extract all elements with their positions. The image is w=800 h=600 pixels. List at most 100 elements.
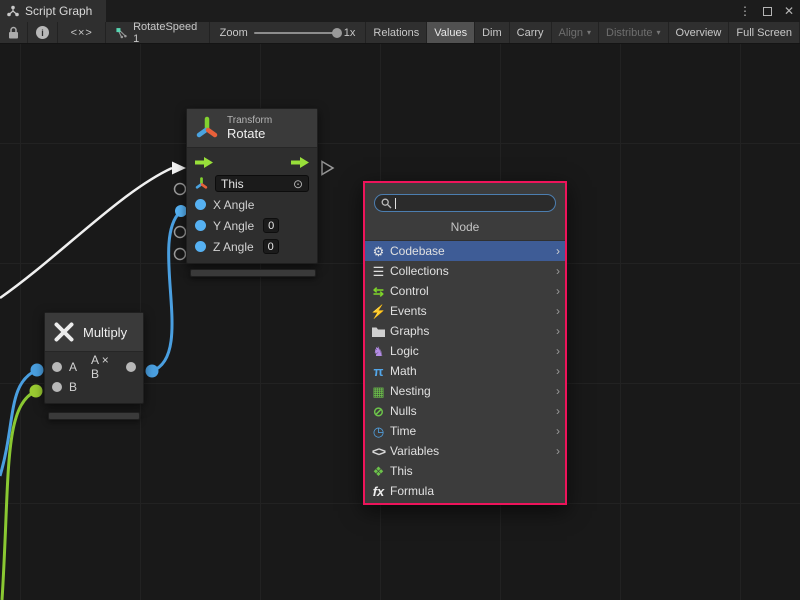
chevron-right-icon: › [556, 304, 560, 318]
relations-button[interactable]: Relations [366, 22, 427, 43]
z-angle-row: Z Angle 0 [187, 236, 317, 257]
zoom-slider[interactable] [254, 32, 338, 34]
rotate-node[interactable]: Transform Rotate [186, 108, 318, 264]
rotate-node-header[interactable]: Transform Rotate [187, 109, 317, 148]
edit-source-button[interactable]: <×> [58, 22, 106, 43]
x-angle-label: X Angle [213, 198, 254, 212]
multiply-x-icon [53, 321, 75, 343]
node-title: Rotate [227, 127, 272, 142]
tab-script-graph[interactable]: Script Graph [0, 0, 106, 22]
this-port[interactable] [175, 184, 186, 195]
transform-axis-icon [195, 177, 208, 190]
clock-icon: ◷ [371, 425, 386, 438]
input-b-wire [2, 391, 36, 600]
item-label: Variables [390, 444, 439, 458]
fuzzy-finder-popup: Node ⚙ Codebase › ☰ Collections › ⇆ Cont… [363, 181, 567, 505]
lock-button[interactable] [0, 22, 28, 43]
finder-item-variables[interactable]: <> Variables › [365, 441, 565, 461]
zoom-slider-handle[interactable] [332, 28, 342, 38]
finder-search-field[interactable] [374, 194, 556, 212]
distribute-button[interactable]: Distribute ▾ [599, 22, 668, 43]
port-dot[interactable] [52, 382, 62, 392]
list-icon: ☰ [371, 265, 386, 278]
item-label: Control [390, 284, 429, 298]
fullscreen-button[interactable]: Full Screen [729, 22, 800, 43]
finder-item-graphs[interactable]: Graphs › [365, 321, 565, 341]
close-icon[interactable]: ✕ [784, 4, 794, 18]
chevron-right-icon: › [556, 444, 560, 458]
finder-item-time[interactable]: ◷ Time › [365, 421, 565, 441]
overview-button[interactable]: Overview [669, 22, 730, 43]
zangle-port[interactable] [175, 249, 186, 260]
tab-label: Script Graph [25, 4, 92, 18]
y-angle-input[interactable]: 0 [263, 218, 279, 233]
finder-item-logic[interactable]: ♞ Logic › [365, 341, 565, 361]
finder-item-formula[interactable]: fx Formula [365, 481, 565, 501]
x-angle-row: X Angle [187, 194, 317, 215]
finder-item-events[interactable]: ⚡ Events › [365, 301, 565, 321]
finder-item-control[interactable]: ⇆ Control › [365, 281, 565, 301]
transform-axis-icon [195, 116, 219, 140]
node-category: Transform [227, 115, 272, 127]
search-icon [381, 198, 392, 209]
object-picker-icon[interactable]: ⊙ [293, 177, 303, 191]
finder-item-nulls[interactable]: ⊘ Nulls › [365, 401, 565, 421]
finder-item-this[interactable]: ❖ This [365, 461, 565, 481]
carry-button[interactable]: Carry [510, 22, 552, 43]
input-a-wire [0, 370, 37, 476]
finder-item-codebase[interactable]: ⚙ Codebase › [365, 241, 565, 261]
info-button[interactable]: i [28, 22, 58, 43]
chevron-right-icon: › [556, 424, 560, 438]
align-button[interactable]: Align ▾ [552, 22, 599, 43]
this-value: This [221, 177, 244, 191]
finder-header: Node [365, 212, 565, 240]
z-angle-label: Z Angle [213, 240, 254, 254]
wire-end-dot[interactable] [146, 365, 159, 378]
chevron-right-icon: › [556, 264, 560, 278]
zoom-label: Zoom [220, 27, 248, 39]
item-label: Collections [390, 264, 449, 278]
port-dot[interactable] [195, 199, 206, 210]
port-dot[interactable] [195, 220, 206, 231]
unity-script-graph-window: Script Graph ⋮ ✕ i <×> [0, 0, 800, 600]
flow-out-arrow-icon[interactable] [291, 157, 309, 168]
zoom-control: Zoom 1x [210, 22, 367, 43]
pi-icon: π [371, 365, 386, 378]
menu-dots-icon[interactable]: ⋮ [739, 4, 751, 18]
chevron-right-icon: › [556, 244, 560, 258]
finder-item-collections[interactable]: ☰ Collections › [365, 261, 565, 281]
knight-icon: ♞ [371, 345, 386, 358]
tab-bar: Script Graph ⋮ ✕ [0, 0, 800, 22]
chevron-right-icon: › [556, 344, 560, 358]
finder-list: ⚙ Codebase › ☰ Collections › ⇆ Control ›… [365, 240, 565, 503]
port-dot[interactable] [52, 362, 62, 372]
multiply-a-row: A A × B [45, 357, 143, 377]
y-angle-label: Y Angle [213, 219, 254, 233]
values-button[interactable]: Values [427, 22, 475, 43]
multiply-node-header[interactable]: Multiply [45, 313, 143, 352]
y-angle-row: Y Angle 0 [187, 215, 317, 236]
flow-out-triangle-icon[interactable] [322, 162, 333, 175]
item-label: Formula [390, 484, 434, 498]
graph-name: RotateSpeed 1 [133, 21, 199, 45]
finder-item-math[interactable]: π Math › [365, 361, 565, 381]
maximize-icon[interactable] [763, 7, 772, 16]
dim-button[interactable]: Dim [475, 22, 510, 43]
port-dot[interactable] [195, 241, 206, 252]
item-label: Graphs [390, 324, 429, 338]
yangle-port[interactable] [175, 227, 186, 238]
wire-end-dot[interactable] [31, 364, 44, 377]
this-object-field[interactable]: This ⊙ [215, 175, 309, 192]
code-icon: <×> [71, 27, 93, 39]
flow-in-arrow-icon[interactable] [195, 157, 213, 168]
graph-ref-icon [116, 27, 128, 39]
graph-breadcrumb[interactable]: RotateSpeed 1 [106, 22, 209, 43]
wire-end-dot[interactable] [30, 385, 43, 398]
multiply-node[interactable]: Multiply A A × B B [44, 312, 144, 404]
node-title: Multiply [83, 325, 127, 340]
finder-item-nesting[interactable]: ▦ Nesting › [365, 381, 565, 401]
chevron-right-icon: › [556, 404, 560, 418]
flow-row [187, 152, 317, 173]
z-angle-input[interactable]: 0 [263, 239, 279, 254]
port-dot[interactable] [126, 362, 136, 372]
